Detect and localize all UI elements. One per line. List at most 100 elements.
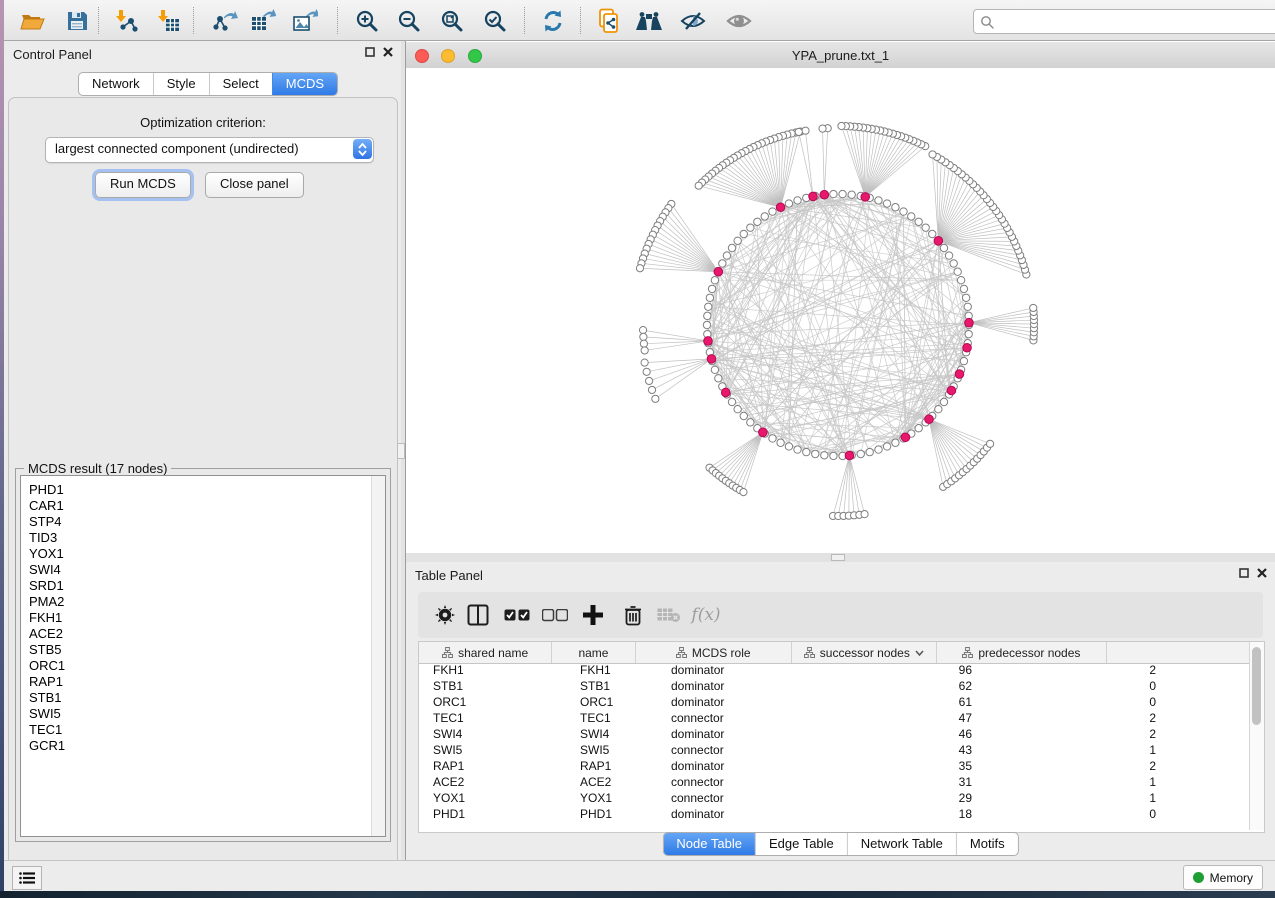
graph-node[interactable] [950,260,957,267]
add-column-button[interactable] [578,592,608,638]
mcds-result-item[interactable]: SRD1 [21,578,385,594]
horizontal-splitter-grip[interactable] [831,554,845,561]
graph-leaf-node[interactable] [640,340,647,347]
mcds-result-item[interactable]: YOX1 [21,546,385,562]
tab-node-table[interactable]: Node Table [663,833,755,855]
graph-leaf-node[interactable] [640,333,647,340]
graph-node[interactable] [719,260,726,267]
graph-node[interactable] [848,191,855,198]
zoom-out-button[interactable] [392,4,426,37]
mcds-result-item[interactable]: GCR1 [21,738,385,754]
graph-node[interactable] [957,276,964,283]
graph-hub-node[interactable] [707,355,716,364]
graph-hub-node[interactable] [861,193,870,202]
graph-node[interactable] [704,312,711,319]
graph-node[interactable] [706,294,713,301]
mcds-result-item[interactable]: SWI4 [21,562,385,578]
graph-node[interactable] [940,398,947,405]
import-table-button[interactable] [152,4,186,37]
panel-splitter-grip[interactable] [397,443,405,459]
graph-leaf-node[interactable] [986,440,993,447]
graph-node[interactable] [740,412,747,419]
graph-hub-node[interactable] [714,267,723,276]
graph-node[interactable] [830,190,837,197]
graph-node[interactable] [803,448,810,455]
graph-node[interactable] [962,294,969,301]
graph-node[interactable] [734,406,741,413]
delete-table-button[interactable] [654,592,684,638]
network-window-titlebar[interactable]: YPA_prune.txt_1 [406,42,1275,69]
graph-node[interactable] [892,204,899,211]
refresh-network-button[interactable] [536,4,570,37]
table-row-SWI5[interactable]: SWI5SWI5connector431 [419,743,1249,759]
table-row-TEC1[interactable]: TEC1TEC1connector472 [419,711,1249,727]
export-table-button[interactable] [246,4,280,37]
graph-node[interactable] [740,230,747,237]
graph-leaf-node[interactable] [643,368,650,375]
table-scrollbar-thumb[interactable] [1252,647,1261,725]
mcds-result-item[interactable]: ORC1 [21,658,385,674]
graph-hub-node[interactable] [901,433,910,442]
import-network-button[interactable] [110,4,144,37]
graph-node[interactable] [785,443,792,450]
mcds-result-item[interactable]: CAR1 [21,498,385,514]
mcds-result-item[interactable]: PMA2 [21,594,385,610]
column-header-shared-name[interactable]: shared name [419,642,552,663]
graph-leaf-node[interactable] [648,386,655,393]
graph-hub-node[interactable] [934,236,943,245]
graph-node[interactable] [734,237,741,244]
tab-network[interactable]: Network [79,73,153,95]
graph-node[interactable] [723,252,730,259]
graph-node[interactable] [747,224,754,231]
graph-node[interactable] [964,303,971,310]
graph-node[interactable] [875,197,882,204]
table-row-SWI4[interactable]: SWI4SWI4dominator462 [419,727,1249,743]
mcds-result-item[interactable]: SWI5 [21,706,385,722]
graph-node[interactable] [705,303,712,310]
function-builder-button[interactable]: f(x) [686,592,726,638]
tab-select[interactable]: Select [209,73,272,95]
table-row-FKH1[interactable]: FKH1FKH1dominator962 [419,663,1249,679]
close-panel-button[interactable]: Close panel [205,172,304,198]
table-row-YOX1[interactable]: YOX1YOX1connector291 [419,791,1249,807]
graph-node[interactable] [900,208,907,215]
run-mcds-button[interactable]: Run MCDS [95,172,191,198]
share-network-button[interactable] [592,4,626,37]
graph-node[interactable] [794,446,801,453]
graph-hub-node[interactable] [820,190,829,199]
table-row-PHD1[interactable]: PHD1PHD1dominator180 [419,807,1249,823]
task-history-button[interactable] [12,866,42,890]
mcds-result-item[interactable]: STP4 [21,514,385,530]
graph-node[interactable] [769,208,776,215]
graph-node[interactable] [915,425,922,432]
table-settings-button[interactable] [430,592,460,638]
table-row-ACE2[interactable]: ACE2ACE2connector311 [419,775,1249,791]
table-row-STB1[interactable]: STB1STB1dominator620 [419,679,1249,695]
graph-hub-node[interactable] [965,318,974,327]
table-scrollbar[interactable] [1249,642,1264,830]
save-session-button[interactable] [60,4,94,37]
graph-leaf-node[interactable] [1030,304,1037,311]
hide-selected-button[interactable] [676,4,710,37]
mcds-list-scrollbar[interactable] [371,476,385,836]
graph-hub-node[interactable] [925,415,934,424]
graph-node[interactable] [708,285,715,292]
graph-node[interactable] [954,268,961,275]
close-panel-icon[interactable] [1257,568,1267,578]
graph-leaf-node[interactable] [740,489,747,496]
graph-node[interactable] [754,218,761,225]
tab-edge-table[interactable]: Edge Table [755,833,847,855]
graph-leaf-node[interactable] [639,327,646,334]
mcds-result-item[interactable]: ACE2 [21,626,385,642]
graph-hub-node[interactable] [947,386,956,395]
delete-column-button[interactable] [618,592,648,638]
graph-leaf-node[interactable] [636,265,643,272]
show-columns-button[interactable] [463,592,493,638]
graph-node[interactable] [728,244,735,251]
graph-node[interactable] [703,321,710,328]
graph-node[interactable] [945,252,952,259]
zoom-in-button[interactable] [350,4,384,37]
search-field[interactable] [973,9,1275,34]
graph-node[interactable] [711,366,718,373]
graph-hub-node[interactable] [704,337,713,346]
